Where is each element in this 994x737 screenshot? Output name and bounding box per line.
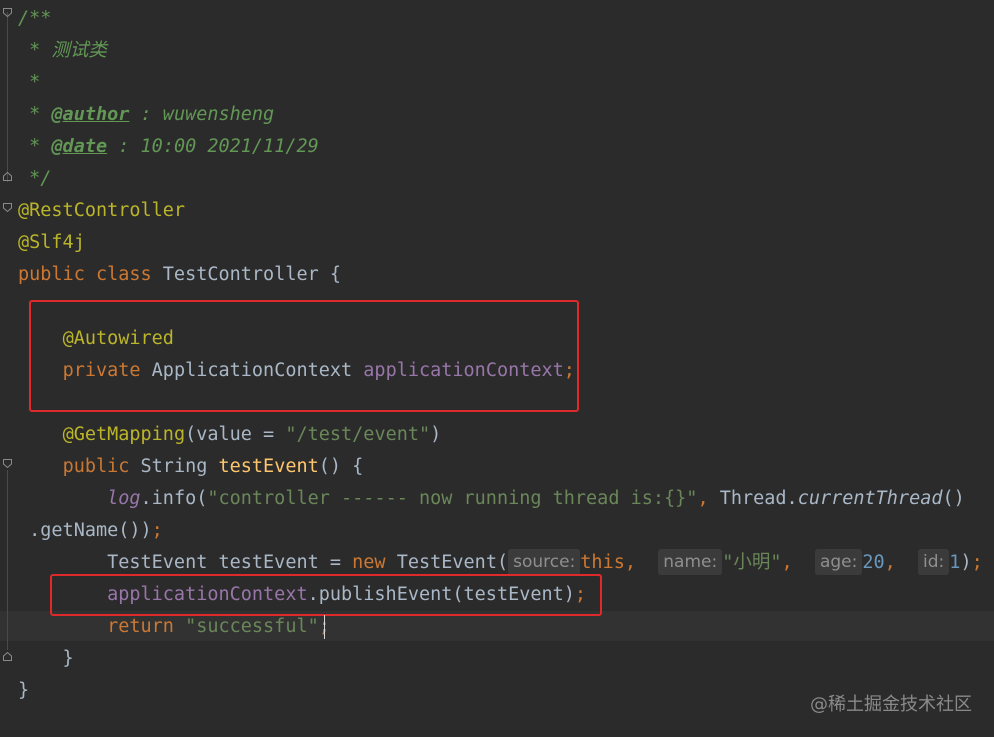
code-token: TestController { — [162, 264, 342, 285]
code-token: "/test/event" — [285, 424, 431, 445]
code-line[interactable]: @GetMapping(value = "/test/event") — [18, 419, 442, 451]
code-token: ; — [151, 520, 163, 541]
code-line[interactable]: /** — [18, 3, 51, 35]
code-token: , — [884, 552, 919, 573]
code-token: : 10:00 2021/11/29 — [107, 136, 319, 157]
fold-marker-icon[interactable] — [3, 203, 12, 212]
code-token: /** — [18, 8, 52, 29]
code-line[interactable]: * @date : 10:00 2021/11/29 — [18, 131, 319, 163]
fold-marker-icon[interactable] — [3, 8, 12, 17]
code-token: @date — [51, 136, 108, 157]
code-token: public — [62, 456, 141, 477]
code-line[interactable]: public class TestController { — [18, 259, 341, 291]
code-token: @Slf4j — [18, 232, 85, 253]
code-token: 1 — [949, 552, 961, 573]
fold-marker-icon[interactable] — [3, 172, 12, 181]
code-token: } — [18, 648, 74, 669]
highlight-box-publish-event — [50, 574, 602, 616]
code-token: public class — [18, 264, 163, 285]
code-token: , — [697, 488, 720, 509]
parameter-hint: id: — [918, 549, 950, 575]
code-line[interactable]: */ — [18, 163, 51, 195]
parameter-hint: age: — [814, 549, 863, 575]
editor-gutter — [0, 0, 16, 737]
code-line[interactable]: public String testEvent() { — [18, 451, 364, 483]
code-token: () — [942, 488, 965, 509]
code-line[interactable]: @Slf4j — [18, 227, 85, 259]
code-token: (value = — [185, 424, 286, 445]
code-token: "小明" — [722, 552, 782, 573]
code-line[interactable]: .getName()); — [18, 515, 163, 547]
code-token: "controller ------ now running thread is… — [207, 488, 698, 509]
fold-marker-icon[interactable] — [3, 459, 12, 468]
code-token: TestEvent( — [396, 552, 509, 573]
code-token: () { — [318, 456, 364, 477]
code-token: currentThread — [797, 488, 943, 509]
code-token: } — [18, 680, 30, 701]
code-token: .getName()) — [18, 520, 152, 541]
code-token: this — [580, 552, 625, 573]
code-token: * — [18, 104, 52, 125]
code-line[interactable]: log.info("controller ------ now running … — [18, 483, 965, 515]
code-token: new — [352, 552, 397, 573]
code-token: */ — [18, 168, 52, 189]
code-token: String — [140, 456, 219, 477]
parameter-hint: name: — [658, 549, 723, 575]
code-token: @RestController — [18, 200, 186, 221]
watermark: @稀土掘金技术社区 — [810, 694, 972, 715]
code-line[interactable]: } — [18, 675, 29, 707]
code-token: * — [18, 136, 52, 157]
code-token: "successful" — [185, 616, 319, 637]
code-token: : wuwensheng — [129, 104, 275, 125]
code-token: testEvent — [218, 456, 319, 477]
code-token: TestEvent testEvent = — [107, 552, 353, 573]
code-line[interactable]: } — [18, 643, 74, 675]
text-cursor — [324, 615, 325, 639]
fold-guide — [7, 470, 8, 650]
fold-guide — [7, 12, 8, 182]
code-token: , — [624, 552, 659, 573]
code-token: ; — [971, 552, 983, 573]
code-line[interactable]: @RestController — [18, 195, 185, 227]
code-line[interactable]: * @author : wuwensheng — [18, 99, 274, 131]
highlight-box-autowired — [29, 300, 579, 412]
code-token: ) — [960, 552, 972, 573]
fold-marker-icon[interactable] — [3, 652, 12, 661]
code-line[interactable]: * 测试类 — [18, 35, 107, 67]
code-token: return — [107, 616, 186, 637]
code-token: Thread. — [719, 488, 798, 509]
code-token: * — [18, 72, 41, 93]
code-token: @author — [51, 104, 130, 125]
code-token: , — [781, 552, 815, 573]
parameter-hint: source: — [508, 549, 581, 575]
code-token: ) — [430, 424, 442, 445]
code-token: @GetMapping — [62, 424, 186, 445]
code-token: log — [107, 488, 141, 509]
code-token: .info( — [140, 488, 208, 509]
code-token: * 测试类 — [18, 40, 107, 61]
code-line[interactable]: * — [18, 67, 40, 99]
code-token: 20 — [862, 552, 885, 573]
